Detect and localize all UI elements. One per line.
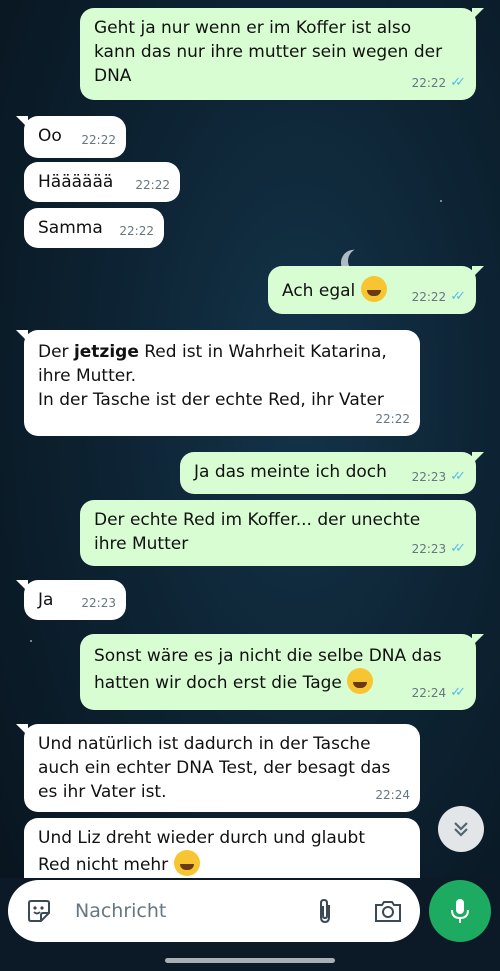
message-time: 22:22 — [135, 178, 170, 192]
message-meta: 22:22 — [81, 128, 116, 152]
microphone-button[interactable] — [429, 880, 491, 942]
double-chevron-down-icon — [454, 822, 468, 837]
microphone-icon — [451, 899, 469, 923]
message-time: 22:22 — [81, 133, 116, 147]
message-text-part: Der — [38, 342, 74, 362]
message-text-line: Sonst wäre es ja nicht die selbe DNA das… — [94, 644, 464, 695]
message-meta: 22:24 ✓✓ — [412, 681, 466, 705]
message-bubble-outgoing[interactable]: Sonst wäre es ja nicht die selbe DNA das… — [80, 634, 484, 710]
double-check-icon: ✓✓ — [450, 685, 466, 700]
laughing-emoji — [360, 276, 387, 302]
message-input-placeholder[interactable]: Nachricht — [75, 880, 166, 942]
message-bubble-outgoing[interactable]: Ja das meinte ich doch 22:23 ✓✓ — [180, 452, 484, 494]
scroll-to-bottom-button[interactable] — [438, 806, 484, 852]
message-text: Der echte Red im Koffer... der unechte i… — [94, 510, 421, 554]
camera-icon[interactable] — [372, 896, 404, 926]
message-text: Und Liz dreht wieder durch und glaubt Re… — [38, 828, 365, 875]
message-meta: 22:22 — [135, 173, 170, 197]
message-bubble-incoming[interactable]: Ja 22:23 — [16, 580, 126, 620]
message-text: Der jetzige Red ist in Wahrheit Katarina… — [38, 340, 408, 412]
gesture-navigation-handle[interactable] — [165, 958, 335, 963]
message-text: Sonst wäre es ja nicht die selbe DNA das… — [94, 646, 442, 693]
message-bubble-incoming[interactable]: Samma 22:22 — [24, 208, 164, 248]
double-check-icon: ✓✓ — [450, 75, 466, 90]
message-meta: 22:23 ✓✓ — [412, 465, 466, 489]
message-text: Geht ja nur wenn er im Koffer ist also k… — [94, 18, 443, 86]
message-meta: 22:23 ✓✓ — [412, 537, 466, 561]
message-composer[interactable]: Nachricht — [8, 880, 420, 942]
message-bubble-incoming[interactable]: Und Liz dreht wieder durch und glaubt Re… — [24, 818, 420, 880]
message-bubble-outgoing[interactable]: Geht ja nur wenn er im Koffer ist also k… — [80, 8, 484, 100]
sticker-icon[interactable] — [24, 896, 54, 926]
rolling-laughing-emoji — [173, 850, 200, 876]
message-text: Und natürlich ist dadurch in der Tasche … — [38, 734, 391, 802]
message-time: 22:22 — [411, 290, 447, 304]
message-time: 22:22 — [375, 412, 410, 426]
message-time: 22:23 — [411, 470, 447, 484]
message-bubble-outgoing[interactable]: Der echte Red im Koffer... der unechte i… — [80, 500, 476, 566]
message-time: 22:23 — [81, 596, 116, 610]
message-text-bold: jetzige — [73, 342, 139, 362]
message-time: 22:22 — [411, 76, 447, 90]
message-meta: 22:22 ✓✓ — [412, 285, 466, 309]
message-text-line: Und Liz dreht wieder durch und glaubt Re… — [38, 826, 408, 877]
message-time: 22:23 — [411, 542, 447, 556]
message-meta: 22:22 — [119, 219, 154, 243]
double-check-icon: ✓✓ — [450, 541, 466, 556]
message-bubble-outgoing[interactable]: Ach egal 22:22 ✓✓ — [268, 266, 484, 314]
message-time: 22:22 — [119, 224, 154, 238]
message-meta: 22:23 — [81, 591, 116, 615]
double-check-icon: ✓✓ — [450, 289, 466, 304]
double-check-icon: ✓✓ — [450, 469, 466, 484]
message-meta: 22:22 ✓✓ — [412, 71, 466, 95]
laughing-emoji — [347, 668, 374, 694]
paperclip-icon[interactable] — [310, 896, 340, 926]
message-bubble-incoming[interactable]: Der jetzige Red ist in Wahrheit Katarina… — [16, 330, 420, 436]
message-bubble-incoming[interactable]: Oo 22:22 — [16, 116, 126, 158]
message-text: Ach egal — [282, 281, 356, 301]
message-bubble-incoming[interactable]: Und natürlich ist dadurch in der Tasche … — [16, 724, 420, 812]
message-bubble-incoming[interactable]: Hääääää 22:22 — [24, 162, 180, 202]
message-meta: 22:22 — [375, 407, 410, 431]
message-meta: 22:24 — [375, 783, 410, 807]
message-time: 22:24 — [411, 686, 447, 700]
message-time: 22:24 — [375, 788, 410, 802]
message-list[interactable]: Geht ja nur wenn er im Koffer ist also k… — [0, 0, 500, 880]
